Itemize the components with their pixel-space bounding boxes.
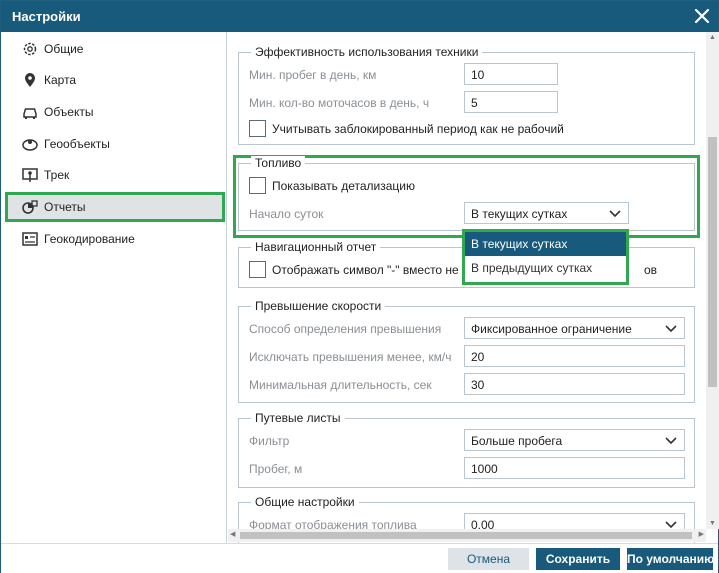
reports-icon xyxy=(22,200,38,214)
min-duration-input[interactable]: 30 xyxy=(464,373,685,395)
sidebar-item-label: Геообъекты xyxy=(44,137,110,151)
filter-select[interactable]: Больше пробега xyxy=(464,429,685,451)
min-mileage-input[interactable]: 10 xyxy=(464,63,558,85)
scroll-up-icon[interactable]: ▲ xyxy=(709,34,716,41)
gear-icon xyxy=(23,42,37,56)
sidebar-item-objects[interactable]: Объекты xyxy=(5,97,225,127)
efficiency-group: Эффективность использования техники Мин.… xyxy=(238,45,695,145)
scroll-left-icon[interactable]: ◀ xyxy=(230,530,235,538)
speeding-group: Превышение скорости Способ определения п… xyxy=(238,299,695,403)
waybills-group: Путевые листы Фильтр Больше пробега Проб… xyxy=(238,411,695,488)
vertical-scrollbar[interactable]: ▲ ▼ xyxy=(706,32,719,529)
settings-content: Эффективность использования техники Мин.… xyxy=(228,32,705,543)
sidebar-item-map[interactable]: Карта xyxy=(5,65,225,95)
waybill-mileage-input[interactable]: 1000 xyxy=(464,457,685,479)
select-value: В текущих сутках xyxy=(471,207,568,221)
method-select[interactable]: Фиксированное ограничение xyxy=(464,317,685,339)
scroll-right-icon[interactable]: ▶ xyxy=(699,530,704,538)
fuel-group: Топливо Показывать детализацию Начало су… xyxy=(238,156,695,231)
geofence-icon xyxy=(22,139,38,151)
day-start-select[interactable]: В текущих сутках xyxy=(464,202,629,224)
scrollbar-thumb[interactable] xyxy=(708,137,717,387)
scrollbar-thumb[interactable] xyxy=(240,532,692,539)
default-button[interactable]: По умолчанию xyxy=(627,548,713,570)
blocked-period-label: Учитывать заблокированный период как не … xyxy=(272,122,564,136)
sidebar-item-geoobjects[interactable]: Геообъекты xyxy=(5,129,225,159)
exclude-label: Исключать превышения менее, км/ч xyxy=(249,350,452,364)
map-pin-icon xyxy=(25,73,35,87)
sidebar-item-label: Отчеты xyxy=(44,200,86,214)
save-button[interactable]: Сохранить xyxy=(536,548,620,570)
day-start-label: Начало суток xyxy=(249,207,324,221)
method-label: Способ определения превышения xyxy=(249,322,442,336)
close-icon[interactable] xyxy=(692,6,712,26)
group-legend: Эффективность использования техники xyxy=(251,45,483,59)
dropdown-option[interactable]: В предыдущих сутках xyxy=(465,256,626,280)
group-legend: Топливо xyxy=(251,156,306,170)
sidebar-item-label: Объекты xyxy=(44,105,94,119)
waybill-mileage-label: Пробег, м xyxy=(249,462,303,476)
filter-label: Фильтр xyxy=(249,434,290,448)
dialog-title: Настройки xyxy=(12,9,81,24)
select-value: Больше пробега xyxy=(471,434,563,448)
group-legend: Общие настройки xyxy=(251,495,359,509)
geocoding-icon xyxy=(22,232,38,246)
scroll-down-icon[interactable]: ▼ xyxy=(709,520,716,527)
sidebar-item-label: Общие xyxy=(44,42,84,56)
group-legend: Навигационный отчет xyxy=(251,240,381,254)
symbol-label: Отображать символ "-" вместо не xyxy=(272,263,459,277)
min-duration-label: Минимальная длительность, сек xyxy=(249,378,432,392)
track-icon xyxy=(22,168,38,182)
sidebar-item-label: Геокодирование xyxy=(44,232,135,246)
title-bar: Настройки xyxy=(1,1,718,32)
dialog-footer: Отмена Сохранить По умолчанию xyxy=(1,543,718,573)
symbol-label-end: ов xyxy=(644,263,658,277)
chevron-down-icon xyxy=(665,521,677,529)
horizontal-scrollbar[interactable]: ◀ ▶ xyxy=(228,529,706,542)
car-icon xyxy=(23,108,37,119)
show-detail-checkbox[interactable] xyxy=(249,177,266,194)
min-hours-input[interactable]: 5 xyxy=(464,91,558,113)
show-detail-label: Показывать детализацию xyxy=(272,179,415,193)
blocked-period-checkbox[interactable] xyxy=(249,120,266,137)
sidebar-item-track[interactable]: Трек xyxy=(5,160,225,190)
chevron-down-icon xyxy=(665,325,677,333)
sidebar-item-label: Трек xyxy=(44,168,70,182)
sidebar-item-general[interactable]: Общие xyxy=(5,34,225,64)
settings-dialog: Настройки Общие Карта Объекты Геообъекты… xyxy=(0,0,719,573)
select-value: Фиксированное ограничение xyxy=(471,322,632,336)
chevron-down-icon xyxy=(665,437,677,445)
sidebar-item-label: Карта xyxy=(44,73,77,87)
min-mileage-label: Мин. пробег в день, км xyxy=(249,68,377,82)
exclude-input[interactable]: 20 xyxy=(464,345,685,367)
cancel-button[interactable]: Отмена xyxy=(448,548,529,570)
symbol-checkbox[interactable] xyxy=(249,261,266,278)
day-start-dropdown: В текущих сутках В предыдущих сутках xyxy=(462,229,629,285)
group-legend: Путевые листы xyxy=(251,411,345,425)
group-legend: Превышение скорости xyxy=(251,299,386,313)
min-hours-label: Мин. кол-во моточасов в день, ч xyxy=(249,96,430,110)
dropdown-option[interactable]: В текущих сутках xyxy=(465,232,626,256)
sidebar-item-reports[interactable]: Отчеты xyxy=(5,192,225,222)
settings-sidebar: Общие Карта Объекты Геообъекты Трек Отче… xyxy=(5,32,227,543)
sidebar-item-geocoding[interactable]: Геокодирование xyxy=(5,224,225,254)
chevron-down-icon xyxy=(609,210,621,218)
